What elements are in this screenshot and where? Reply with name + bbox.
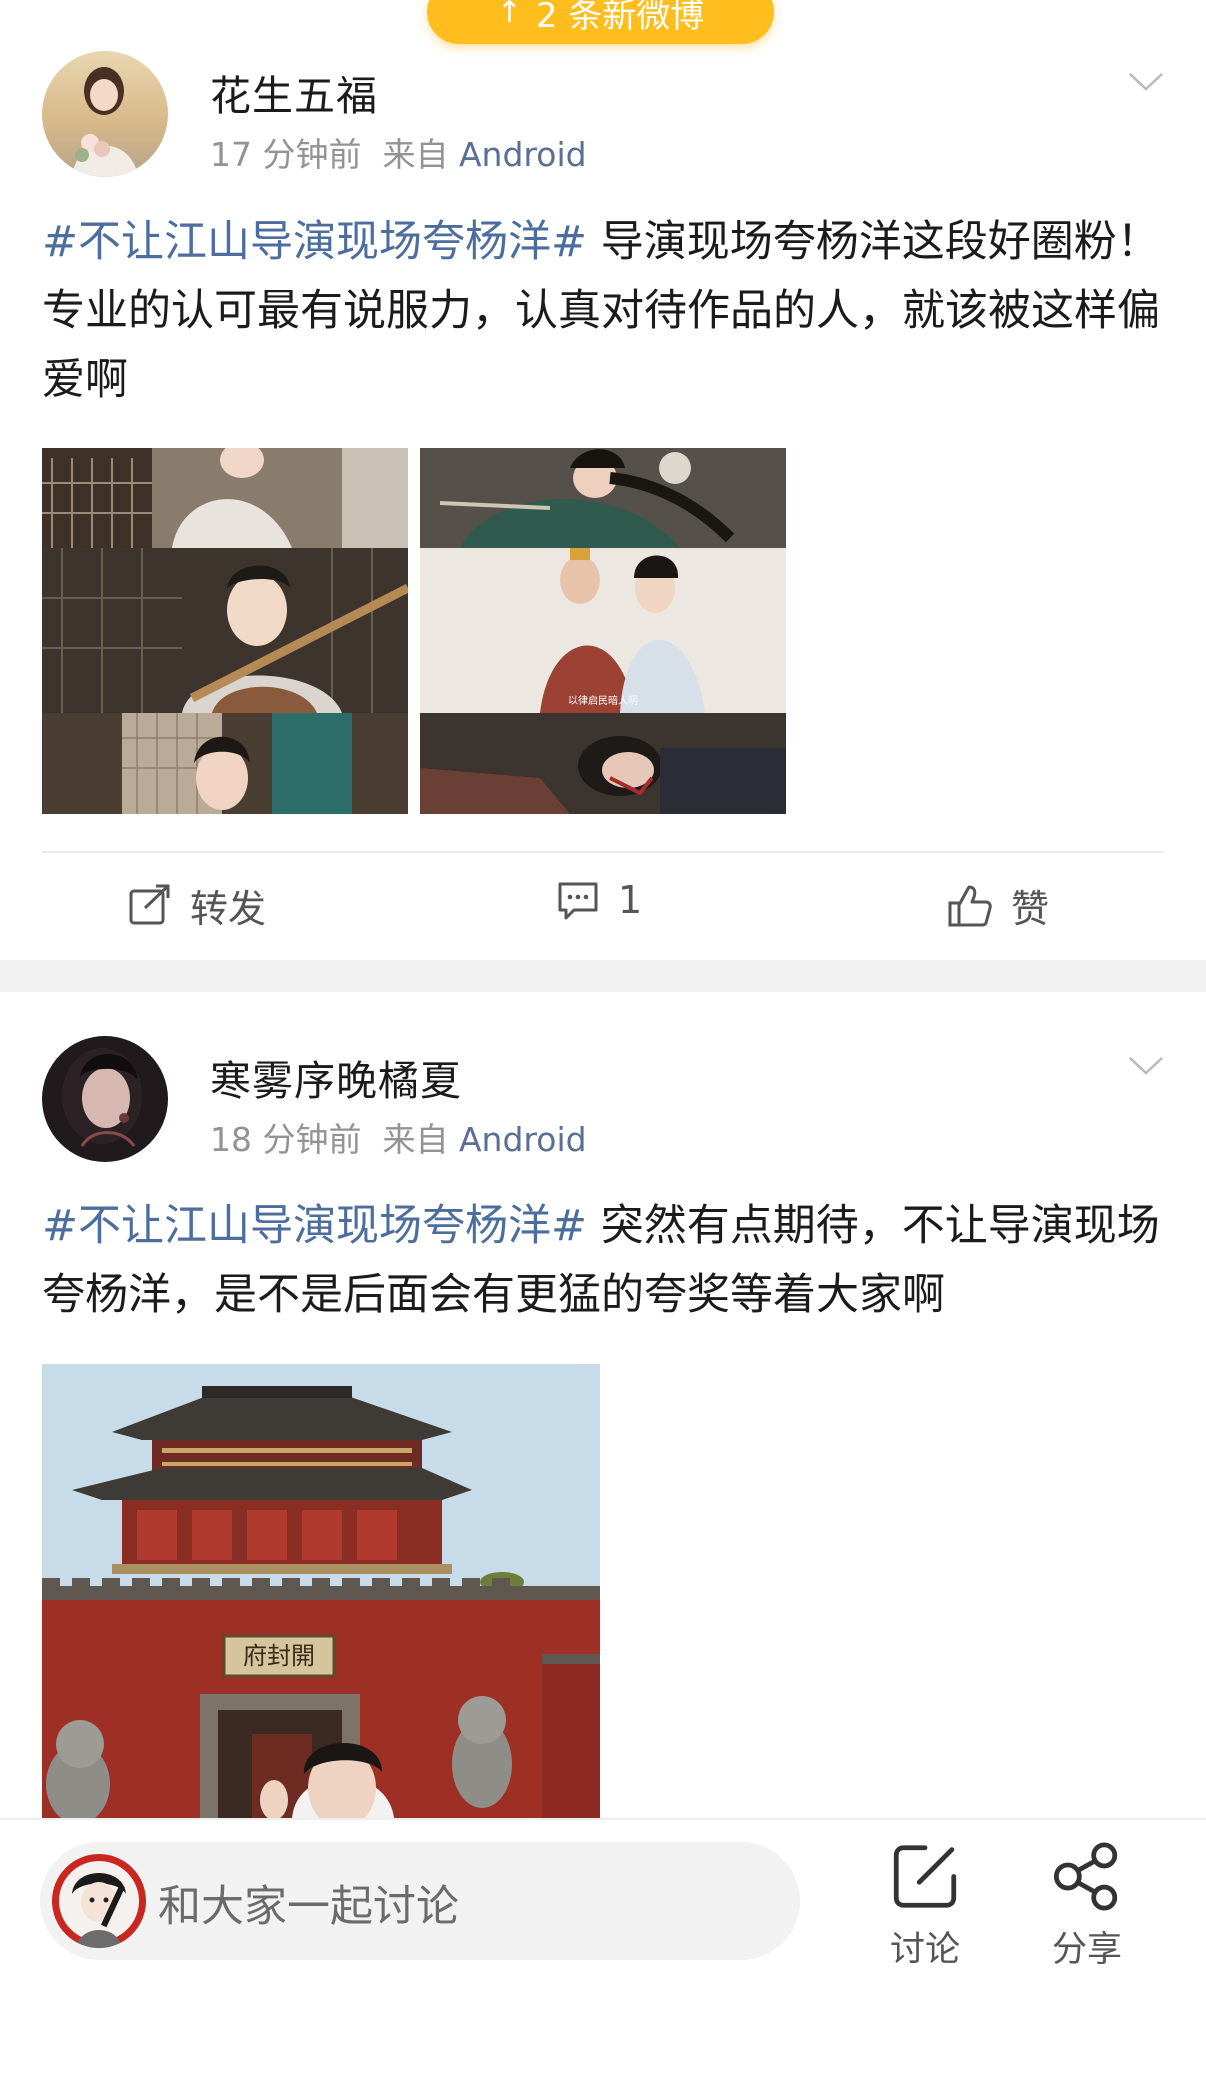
comment-placeholder: 和大家一起讨论 — [158, 1882, 459, 1932]
edit-icon — [893, 1845, 957, 1908]
chevron-down-icon[interactable] — [1128, 1056, 1164, 1076]
comment-button[interactable]: 1 — [556, 878, 642, 922]
comment-input[interactable]: 和大家一起讨论 — [40, 1842, 800, 1960]
post-meta: 17 分钟前 来自 Android — [210, 128, 587, 176]
source-prefix: 来自 — [382, 135, 449, 174]
bottom-bar: 和大家一起讨论 讨论 分享 — [0, 1818, 1206, 2085]
like-button[interactable]: 赞 — [947, 878, 1049, 933]
post-image[interactable] — [42, 448, 408, 814]
repost-label: 转发 — [190, 887, 267, 931]
username[interactable]: 寒雾序晚橘夏 — [210, 1047, 462, 1107]
repost-icon — [129, 884, 170, 924]
post-image[interactable]: 府封開 — [42, 1364, 600, 1818]
post-image[interactable]: 以律启民暗人明 — [420, 448, 786, 814]
source-prefix: 来自 — [382, 1120, 449, 1159]
share-button[interactable]: 分享 — [1032, 1842, 1142, 1972]
post-source[interactable]: Android — [459, 1120, 587, 1159]
avatar[interactable] — [42, 1036, 168, 1162]
post-separator — [0, 960, 1206, 992]
post-card: 花生五福 17 分钟前 来自 Android #不让江山导演现场夸杨洋# 导演现… — [0, 0, 1206, 958]
repost-button[interactable]: 转发 — [128, 878, 266, 933]
chevron-down-icon[interactable] — [1128, 72, 1164, 92]
thumbs-up-icon — [948, 885, 992, 926]
share-icon — [1053, 1842, 1118, 1911]
post-text: #不让江山导演现场夸杨洋# 导演现场夸杨洋这段好圈粉！专业的认可最有说服力，认真… — [42, 208, 1172, 415]
comment-icon — [558, 882, 598, 920]
post-time: 17 分钟前 — [210, 135, 362, 174]
avatar[interactable] — [42, 51, 168, 177]
hashtag-link[interactable]: #不让江山导演现场夸杨洋# — [42, 1201, 587, 1251]
post-source[interactable]: Android — [459, 135, 587, 174]
new-posts-pill[interactable]: ↑ 2 条新微博 — [427, 0, 774, 44]
comment-count: 1 — [618, 878, 643, 922]
divider — [42, 851, 1164, 853]
gate-sign: 府封開 — [243, 1642, 315, 1670]
post-meta: 18 分钟前 来自 Android — [210, 1113, 587, 1161]
avatar — [52, 1854, 146, 1948]
post-card: 寒雾序晚橘夏 18 分钟前 来自 Android #不让江山导演现场夸杨洋# 突… — [0, 992, 1206, 1818]
image-caption: 以律启民暗人明 — [568, 694, 638, 707]
post-time: 18 分钟前 — [210, 1120, 362, 1159]
up-arrow-icon: ↑ — [496, 0, 522, 30]
discuss-label: 讨论 — [889, 1930, 960, 1970]
discuss-button[interactable]: 讨论 — [870, 1842, 980, 1972]
new-posts-label: 2 条新微博 — [535, 0, 705, 36]
like-label: 赞 — [1011, 887, 1050, 931]
hashtag-link[interactable]: #不让江山导演现场夸杨洋# — [42, 217, 587, 267]
post-text: #不让江山导演现场夸杨洋# 突然有点期待，不让导演现场夸杨洋，是不是后面会有更猛… — [42, 1192, 1172, 1330]
share-label: 分享 — [1051, 1930, 1122, 1970]
username[interactable]: 花生五福 — [210, 62, 378, 122]
